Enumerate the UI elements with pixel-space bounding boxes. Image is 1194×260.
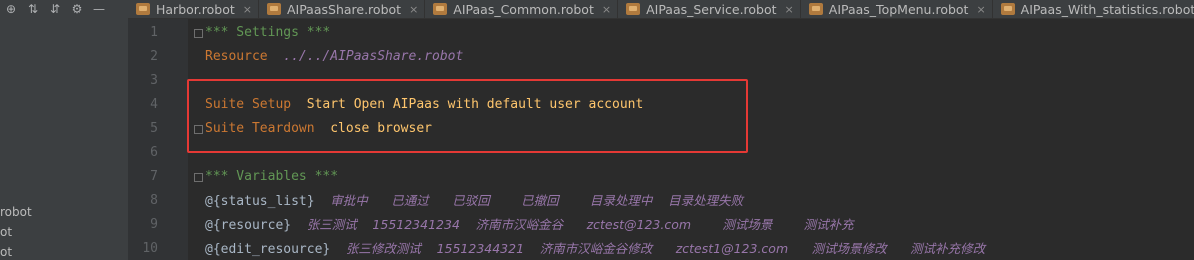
editor-tab-bar: Harbor.robot × AIPaasShare.robot × AIPaas_… <box>128 0 1194 19</box>
tab-label: AIPaas_TopMenu.robot <box>828 1 969 17</box>
collapse-all-icon[interactable]: ⇵ <box>44 2 66 16</box>
line-number: 1 <box>150 25 158 40</box>
fold-marker-icon[interactable] <box>194 29 203 38</box>
status-list-variable: @{status_list} <box>205 194 315 209</box>
list-value: 济南市汉峪金谷 <box>475 217 564 232</box>
tab-aipaas-common[interactable]: AIPaas_Common.robot × <box>425 0 619 18</box>
editor-gutter: 1 2 3 4 5 6 7 8 9 10 <box>128 19 188 260</box>
fold-marker-icon[interactable] <box>194 173 203 182</box>
close-icon[interactable]: × <box>785 3 794 16</box>
list-value: zctest1@123.com <box>675 241 789 256</box>
tab-aipaas-with-statistics[interactable]: AIPaas_With_statistics.robot× <box>993 0 1194 18</box>
highlight-box <box>187 79 748 153</box>
code-line-10[interactable]: @{edit_resource} 张三修改测试 15512344321 济南市汉… <box>205 239 985 259</box>
tab-label: AIPaas_Service.robot <box>646 1 777 17</box>
line-number: 2 <box>150 49 158 64</box>
resource-path: ../../AIPaasShare.robot <box>283 49 464 64</box>
robot-file-icon <box>433 3 448 15</box>
code-line-2[interactable]: Resource ../../AIPaasShare.robot <box>205 47 463 67</box>
resource-keyword: Resource <box>205 49 268 64</box>
line-number: 3 <box>150 73 158 88</box>
project-sidebar: ⊕ ⇅ ⇵ ⚙ — robot ot ot <box>0 0 129 260</box>
robot-file-icon <box>1000 3 1015 15</box>
line-number: 6 <box>150 145 158 160</box>
list-value: zctest@123.com <box>586 217 692 232</box>
line-number: 5 <box>150 121 158 136</box>
close-icon[interactable]: × <box>602 3 611 16</box>
list-value: 济南市汉峪金谷修改 <box>539 241 653 256</box>
list-value: 已驳回 <box>452 193 490 208</box>
robot-file-icon <box>808 3 823 15</box>
line-number: 10 <box>142 241 158 256</box>
code-line-8[interactable]: @{status_list} 审批中 已通过 已驳回 已撤回 目录处理中 目录处… <box>205 191 743 211</box>
list-value: 测试补充 <box>803 217 854 232</box>
list-value: 15512341234 <box>372 217 460 232</box>
list-value: 测试场景修改 <box>811 241 887 256</box>
list-value: 目录处理中 <box>589 193 653 208</box>
edit-resource-variable: @{edit_resource} <box>205 242 331 257</box>
code-line-9[interactable]: @{resource} 张三测试 15512341234 济南市汉峪金谷 zct… <box>205 215 854 235</box>
list-value: 目录处理失败 <box>668 193 744 208</box>
robot-file-icon <box>136 3 150 15</box>
robot-file-icon <box>266 3 281 15</box>
list-value: 张三测试 <box>306 217 357 232</box>
locate-icon[interactable]: ⊕ <box>0 2 22 16</box>
tab-label: AIPaas_With_statistics.robot <box>1020 1 1194 17</box>
tab-aipaas-service[interactable]: AIPaas_Service.robot × <box>618 0 801 18</box>
list-value: 审批中 <box>330 193 368 208</box>
tab-label: Harbor.robot <box>156 1 235 17</box>
line-number: 8 <box>150 193 158 208</box>
code-line-1[interactable]: *** Settings *** <box>205 23 330 43</box>
settings-header: *** Settings *** <box>205 25 331 40</box>
close-icon[interactable]: × <box>243 3 252 16</box>
line-number: 4 <box>150 97 158 112</box>
line-number: 9 <box>150 217 158 232</box>
tab-label: AIPaasShare.robot <box>286 1 402 17</box>
tab-harbor[interactable]: Harbor.robot × <box>128 0 259 18</box>
list-value: 15512344321 <box>436 241 525 256</box>
robot-file-icon <box>626 3 641 15</box>
list-value: 测试场景 <box>722 217 773 232</box>
close-icon[interactable]: × <box>409 3 418 16</box>
expand-all-icon[interactable]: ⇅ <box>22 2 44 16</box>
list-value: 测试补充修改 <box>910 241 986 256</box>
list-value: 已撤回 <box>521 193 559 208</box>
gear-icon[interactable]: ⚙ <box>66 2 88 16</box>
resource-variable: @{resource} <box>205 218 292 233</box>
variables-header: *** Variables *** <box>205 169 339 184</box>
line-number: 7 <box>150 169 158 184</box>
list-value: 已通过 <box>391 193 429 208</box>
list-value: 张三修改测试 <box>345 241 421 256</box>
close-icon[interactable]: × <box>976 3 985 16</box>
sidebar-toolbar: ⊕ ⇅ ⇵ ⚙ — <box>0 0 128 18</box>
tab-aipaasshare[interactable]: AIPaasShare.robot × <box>259 0 426 18</box>
sidebar-file-item[interactable]: ot <box>0 245 12 259</box>
tab-label: AIPaas_Common.robot <box>453 1 594 17</box>
code-line-7[interactable]: *** Variables *** <box>205 167 338 187</box>
minimize-icon[interactable]: — <box>88 2 110 16</box>
sidebar-file-item[interactable]: robot <box>0 205 32 219</box>
sidebar-file-item[interactable]: ot <box>0 225 12 239</box>
tab-aipaas-topmenu[interactable]: AIPaas_TopMenu.robot × <box>801 0 993 18</box>
